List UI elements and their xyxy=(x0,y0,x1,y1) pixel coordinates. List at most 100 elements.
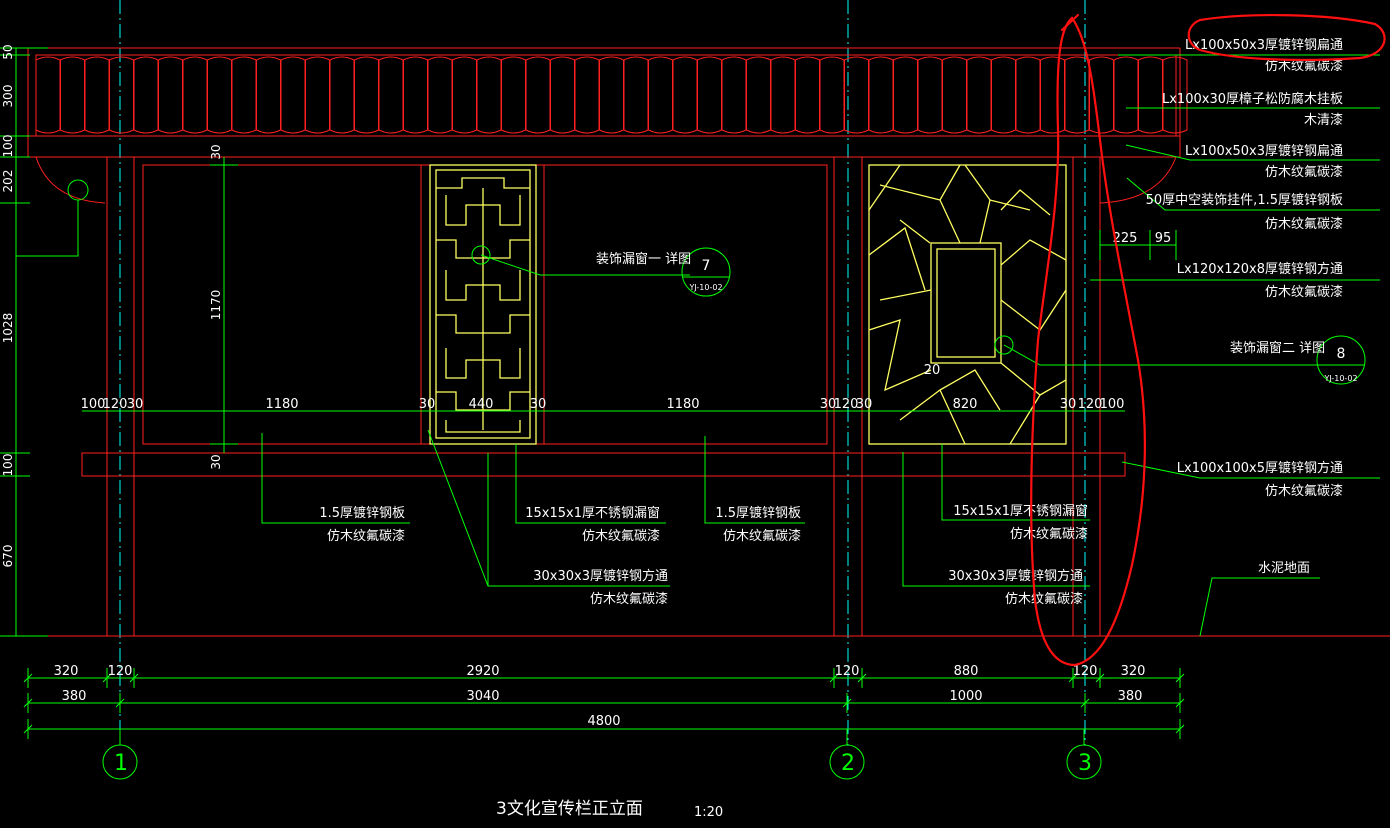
cad-drawing: 1 2 3 7 YJ-10-02 装饰漏窗一 详图 8 YJ-10-02 装饰漏… xyxy=(0,0,1390,820)
left-vertical-dims: 50 300 100 202 1028 100 670 xyxy=(1,44,15,567)
lower-beam xyxy=(81,452,1126,477)
note-b2-line1: 15x15x1厚不锈钢漏窗 xyxy=(525,505,660,521)
dim-row2-label: 1000 xyxy=(949,689,982,704)
note-r3-line1: Lx100x50x3厚镀锌钢扁通 xyxy=(1185,143,1343,159)
dim-row1-label: 2920 xyxy=(466,664,499,679)
axis-label-2: 2 xyxy=(841,751,855,776)
roof-tile xyxy=(721,56,747,134)
roof-tile xyxy=(305,56,330,134)
right-notes: Lx100x50x3厚镀锌钢扁通 仿木纹氟碳漆 Lx100x30厚樟子松防腐木挂… xyxy=(1146,37,1343,576)
note-r4-line1: 50厚中空装饰挂件,1.5厚镀锌钢板 xyxy=(1146,192,1343,208)
roof-tile xyxy=(697,56,722,134)
dim-iv-30a: 30 xyxy=(209,144,223,159)
roof-tile xyxy=(452,56,477,134)
note-b4-line1: 30x30x3厚镀锌钢方通 xyxy=(533,568,668,584)
roof-tile xyxy=(795,56,820,134)
dim-mid-label: 1180 xyxy=(666,397,699,412)
roof-tile xyxy=(746,56,771,134)
dim-marker-20: 20 xyxy=(924,363,941,378)
row3-dims: 4800 xyxy=(587,714,620,729)
roof-tile xyxy=(819,56,845,134)
axis-label-3: 3 xyxy=(1078,751,1092,776)
detail-ref-7-label: 装饰漏窗一 详图 xyxy=(596,251,691,267)
dim-v-300: 300 xyxy=(1,85,15,108)
roof-tile xyxy=(231,56,257,134)
dim-v-100a: 100 xyxy=(1,135,15,158)
dim-v-100b: 100 xyxy=(1,454,15,477)
roof-tile xyxy=(207,56,232,134)
note-b6-line1: 30x30x3厚镀锌钢方通 xyxy=(948,568,1083,584)
note-r2-line1: Lx100x30厚樟子松防腐木挂板 xyxy=(1162,91,1343,107)
roof-tile xyxy=(280,56,306,134)
note-r6-line2: 仿木纹氟碳漆 xyxy=(1265,483,1343,499)
note-b6-line2: 仿木纹氟碳漆 xyxy=(1005,591,1083,607)
note-b4-line2: 仿木纹氟碳漆 xyxy=(590,591,668,607)
roof-tile xyxy=(770,56,796,134)
axis-labels: 1 2 3 xyxy=(114,751,1092,776)
roof-tiles xyxy=(35,56,1188,134)
dim-row2-label: 3040 xyxy=(466,689,499,704)
dim-mid-label: 820 xyxy=(953,397,978,412)
dim-row1-label: 120 xyxy=(835,664,860,679)
dim-mid-label: 1180 xyxy=(265,397,298,412)
dim-row2-label: 380 xyxy=(1118,689,1143,704)
roof-tile xyxy=(256,56,281,134)
dimension-lines xyxy=(0,47,1185,745)
title-scale: 1:20 xyxy=(694,805,723,820)
roof-tile xyxy=(868,56,894,134)
dim-mid-label: 120 xyxy=(103,397,128,412)
detail-ref-7-sheet: YJ-10-02 xyxy=(688,283,722,292)
note-b1-line2: 仿木纹氟碳漆 xyxy=(327,528,405,544)
roof-tile xyxy=(917,56,943,134)
detail-ref-8-number: 8 xyxy=(1337,346,1346,362)
roof-tile xyxy=(378,56,404,134)
leader-lines xyxy=(16,54,1380,637)
note-b3-line1: 1.5厚镀锌钢板 xyxy=(715,505,801,521)
dim-mid-label: 120 xyxy=(834,397,859,412)
note-r4-line2: 仿木纹氟碳漆 xyxy=(1265,216,1343,232)
dim-mid-label: 30 xyxy=(419,397,436,412)
note-b3-line2: 仿木纹氟碳漆 xyxy=(723,528,801,544)
roof-tile xyxy=(623,56,649,134)
roof-tile xyxy=(574,56,600,134)
dim-mid-label: 440 xyxy=(469,397,494,412)
detail-ref-8-label: 装饰漏窗二 详图 xyxy=(1230,340,1325,356)
note-b1-line1: 1.5厚镀锌钢板 xyxy=(319,505,405,521)
roof-tile xyxy=(1015,56,1041,134)
roof-tile xyxy=(35,56,61,134)
note-b2-line2: 仿木纹氟碳漆 xyxy=(582,528,660,544)
markup-loop xyxy=(1030,16,1146,667)
title-text: 3文化宣传栏正立面 xyxy=(496,799,643,819)
dim-mid-label: 30 xyxy=(127,397,144,412)
roof-tile xyxy=(1040,56,1065,134)
dim-row2-label: 380 xyxy=(62,689,87,704)
dim-v-670: 670 xyxy=(1,545,15,568)
note-r7-line1: 水泥地面 xyxy=(1258,561,1310,576)
dim-row1-label: 880 xyxy=(954,664,979,679)
roof-tile xyxy=(501,56,526,134)
row2-dims: 380 3040 1000 380 xyxy=(62,689,1143,704)
dim-row1-label: 320 xyxy=(54,664,79,679)
roof-tile xyxy=(182,56,208,134)
roof-tile xyxy=(403,56,428,134)
roof-tile xyxy=(84,56,110,134)
note-r1-line1: Lx100x50x3厚镀锌钢扁通 xyxy=(1185,37,1343,53)
roof-tile xyxy=(525,56,551,134)
grid-axis-bubbles xyxy=(102,729,1102,780)
roof-tile xyxy=(60,56,85,134)
axis-label-1: 1 xyxy=(114,751,128,776)
dim-side-95: 95 xyxy=(1155,231,1172,246)
roof-tile xyxy=(599,56,624,134)
dim-mid-label: 30 xyxy=(856,397,873,412)
roof-tile xyxy=(354,56,379,134)
dim-row1-label: 120 xyxy=(1073,664,1098,679)
roof-tile xyxy=(158,56,183,134)
dim-total-4800: 4800 xyxy=(587,714,620,729)
middle-row-dims: 100120 30 1180 30 440 30 1180 3012030 820 30 12010… xyxy=(81,397,1125,412)
drawing-title: 3文化宣传栏正立面 1:20 xyxy=(496,799,723,820)
note-b5-line1: 15x15x1厚不锈钢漏窗 xyxy=(953,503,1088,519)
roof-tile xyxy=(991,56,1016,134)
note-r3-line2: 仿木纹氟碳漆 xyxy=(1265,164,1343,180)
roof-tile xyxy=(1113,56,1139,134)
roof-tile xyxy=(672,56,698,134)
